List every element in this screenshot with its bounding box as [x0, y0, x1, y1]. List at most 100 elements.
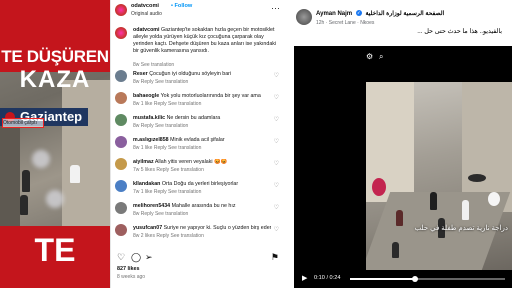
- headline-main: KAZA: [19, 66, 91, 93]
- comment-icon[interactable]: ◯: [131, 252, 141, 262]
- comment-body: Allah yitis veren veyalaki 😡😡: [154, 159, 228, 165]
- comment-username[interactable]: aiyilmaz: [133, 159, 154, 165]
- comment-meta[interactable]: 8w 1 like Reply See translation: [133, 101, 201, 107]
- comment-meta[interactable]: 7w 5 likes Reply See translation: [133, 167, 204, 173]
- comment-row: mustafa.kilic Ne dersin bu adamlara 8w Re…: [115, 114, 283, 136]
- settings-gear-icon[interactable]: ⚙: [366, 52, 375, 61]
- caption-username[interactable]: odatvcomi: [133, 27, 160, 33]
- video-frame[interactable]: دراجة نارية تصدم طفلة في حلب: [366, 82, 512, 270]
- avatar[interactable]: [115, 136, 127, 148]
- bottom-text: TE: [34, 232, 76, 268]
- comment-row: kllandakan Orta Doğu da yerleri birleşiy…: [115, 180, 283, 202]
- avatar[interactable]: [115, 4, 127, 16]
- heart-icon[interactable]: ♡: [274, 226, 279, 233]
- comment-username[interactable]: m.aslıgızel858: [133, 137, 169, 143]
- video-time: 0:10 / 0:24: [314, 275, 341, 281]
- avatar[interactable]: [115, 92, 127, 104]
- avatar[interactable]: [296, 9, 312, 25]
- building-wall: [62, 80, 110, 230]
- post-caption: بالفيديو.. هذا ما حدث حتى حل ...: [417, 28, 502, 35]
- comment-row: bahaeogle Yok yolu motorluolarınında bir…: [115, 92, 283, 114]
- comment-meta[interactable]: 8w Reply See translation: [133, 79, 188, 85]
- comment-meta[interactable]: 7w 1 like Reply See translation: [133, 189, 201, 195]
- blurred-face: [32, 150, 50, 168]
- comment-body: Mahalle arasında bu ne hız: [171, 203, 236, 209]
- comment-username[interactable]: yusufcan07: [133, 225, 162, 231]
- comment-text: m.aslıgızel858 Minik evlada acil şifalar: [133, 137, 271, 143]
- pedestrian: [22, 170, 30, 192]
- heart-icon[interactable]: ♡: [274, 116, 279, 123]
- pedestrian: [396, 210, 403, 226]
- page-name-text[interactable]: Ayman Najm: [316, 11, 352, 17]
- comment-username[interactable]: melihoren5434: [133, 203, 170, 209]
- comment-meta[interactable]: 8w Reply See translation: [133, 123, 188, 129]
- action-bar: ♡ ◯ ➢ ⚑: [115, 252, 283, 264]
- avatar[interactable]: [115, 224, 127, 236]
- comment-row: melihoren5434 Mahalle arasında bu ne hız…: [115, 202, 283, 224]
- page-name-arabic[interactable]: الصفحة الرسمية لوزارة الداخلية: [365, 11, 444, 17]
- facebook-post: Ayman Najm ✓ الصفحة الرسمية لوزارة الداخ…: [288, 0, 512, 288]
- caption-avatar[interactable]: [115, 27, 127, 39]
- heart-icon[interactable]: ♡: [117, 252, 125, 262]
- username[interactable]: odatvcomi: [131, 3, 159, 9]
- comment-username[interactable]: bahaeogle: [133, 93, 159, 99]
- avatar[interactable]: [115, 158, 127, 170]
- play-icon[interactable]: ▶: [302, 274, 307, 282]
- child-pedestrian: [392, 242, 399, 258]
- parked-car: [468, 174, 486, 182]
- progress-thumb[interactable]: [412, 276, 419, 282]
- heart-icon[interactable]: ♡: [274, 94, 279, 101]
- heart-icon[interactable]: ♡: [274, 182, 279, 189]
- more-options-icon[interactable]: ···: [271, 4, 280, 13]
- post-header: odatvcomi • Follow Original audio ···: [115, 2, 283, 20]
- progress-fill: [350, 278, 416, 280]
- video-controls: ▶ 0:10 / 0:24: [294, 272, 512, 286]
- progress-bar[interactable]: [350, 276, 505, 282]
- comment-text: bahaeogle Yok yolu motorluolarınında bir…: [133, 93, 271, 99]
- avatar[interactable]: [115, 114, 127, 126]
- video-overlay-caption: Otomobil çarptı: [2, 118, 44, 128]
- comment-meta[interactable]: 8w Reply See translation: [133, 211, 188, 217]
- likes-count[interactable]: 827 likes: [117, 266, 139, 272]
- comment-row: aiyilmaz Allah yitis veren veyalaki 😡😡 7w…: [115, 158, 283, 180]
- comment-meta[interactable]: 8w 1 like Reply See translation: [133, 145, 201, 151]
- heart-icon[interactable]: ♡: [274, 138, 279, 145]
- comment-row: yusufcan07 Suriye ne yapıyor ki. Suçlu o…: [115, 224, 283, 246]
- audio-label[interactable]: Original audio: [131, 11, 162, 17]
- post-date: 8 weeks ago: [117, 274, 146, 280]
- video-player[interactable]: ⚙ ⌕ دراجة نارية تصدم طفلة في حلب ▶ 0:10 …: [294, 46, 512, 288]
- building-shadow: [0, 110, 20, 230]
- page-name[interactable]: Ayman Najm ✓ الصفحة الرسمية لوزارة الداخ…: [316, 10, 444, 17]
- parked-car: [488, 192, 500, 206]
- parked-car: [70, 165, 80, 183]
- comment-username[interactable]: kllandakan: [133, 181, 160, 187]
- heart-icon[interactable]: ♡: [274, 72, 279, 79]
- shop-awning: [372, 178, 386, 196]
- follow-button[interactable]: • Follow: [171, 3, 192, 9]
- avatar[interactable]: [115, 70, 127, 82]
- avatar[interactable]: [115, 180, 127, 192]
- comment-meta[interactable]: 8w 2 likes Reply See translation: [133, 233, 204, 239]
- share-icon[interactable]: ➢: [145, 252, 153, 262]
- comment-text: mustafa.kilic Ne dersin bu adamlara: [133, 115, 271, 121]
- comment-username[interactable]: mustafa.kilic: [133, 115, 165, 121]
- pedestrian: [462, 200, 469, 220]
- comment-row: m.aslıgızel858 Minik evlada acil şifalar…: [115, 136, 283, 158]
- video-caption: دراجة نارية تصدم طفلة في حلب: [414, 225, 508, 232]
- bookmark-icon[interactable]: ⚑: [271, 252, 279, 262]
- pedestrian: [20, 195, 28, 215]
- instagram-post: odatvcomi • Follow Original audio ··· od…: [110, 0, 289, 288]
- heart-icon[interactable]: ♡: [274, 204, 279, 211]
- pedestrian: [430, 192, 437, 210]
- news-video-still: TE DÜŞÜREN KAZA Gaziantep Otomobil çarpt…: [0, 0, 110, 288]
- search-icon[interactable]: ⌕: [379, 52, 388, 61]
- avatar[interactable]: [115, 202, 127, 214]
- comment-text: melihoren5434 Mahalle arasında bu ne hız: [133, 203, 271, 209]
- post-time[interactable]: 12h · Secret Lane · Nkoes: [316, 20, 374, 26]
- caption-meta[interactable]: 8w See translation: [133, 62, 174, 68]
- comment-username[interactable]: Reser: [133, 71, 148, 77]
- comment-body: Yok yolu motorluolarınında bir şey var a…: [160, 93, 261, 99]
- heart-icon[interactable]: ♡: [274, 160, 279, 167]
- comment-text: Reser Çocuğun iyi olduğunu söyleyin bari: [133, 71, 271, 77]
- comment-body: Orta Doğu da yerleri birleşiyorlar: [161, 181, 239, 187]
